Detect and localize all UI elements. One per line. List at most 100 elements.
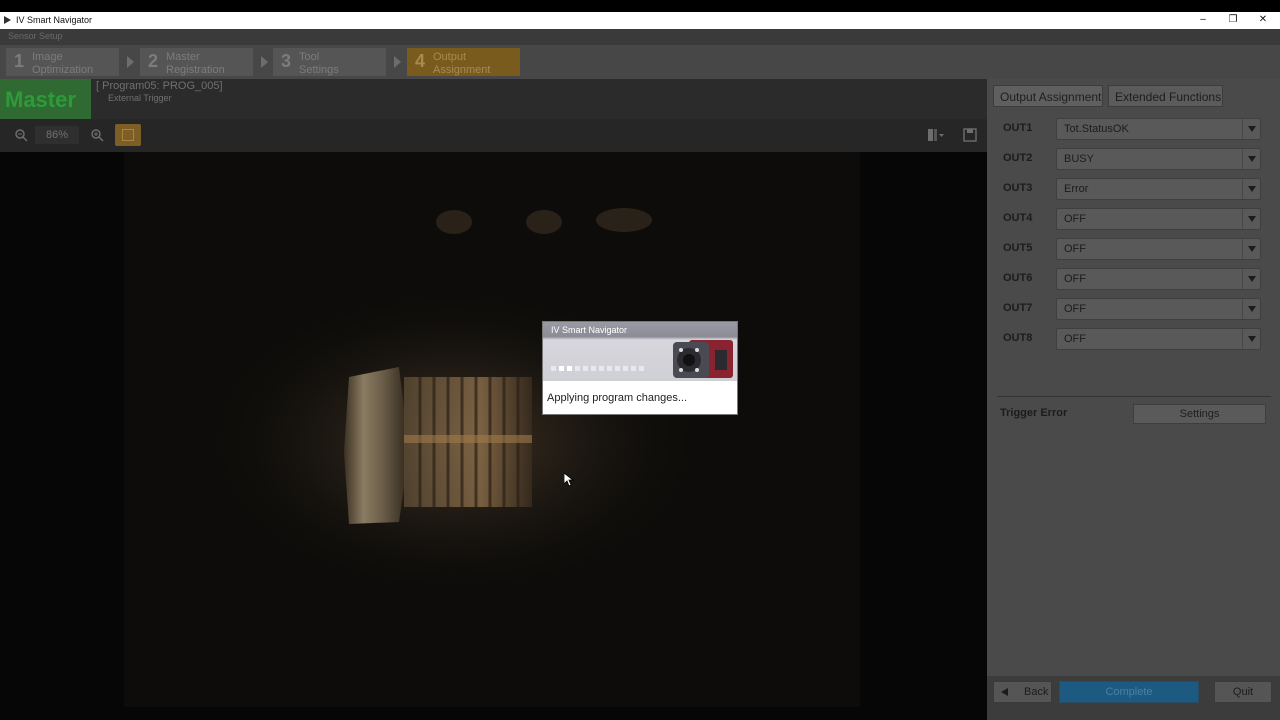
step-tool-settings[interactable]: 3 Tool Settings — [273, 48, 386, 76]
dialog-header: IV Smart Navigator — [543, 322, 737, 381]
close-button[interactable]: ✕ — [1248, 13, 1278, 28]
progress-dot — [631, 366, 636, 371]
chevron-down-icon — [1242, 149, 1260, 169]
complete-button[interactable]: Complete — [1059, 681, 1199, 703]
progress-dot — [607, 366, 612, 371]
output-label: OUT2 — [1003, 152, 1033, 164]
chevron-down-icon — [1242, 119, 1260, 139]
window-titlebar: IV Smart Navigator – ❐ ✕ — [0, 12, 1280, 29]
output-row: OUT2 BUSY — [1003, 148, 1266, 170]
output-label: OUT4 — [1003, 212, 1033, 224]
progress-dot — [639, 366, 644, 371]
step-bar: 1 Image Optimization 2 Master Registration… — [0, 45, 1280, 79]
zoom-in-icon[interactable] — [90, 128, 104, 142]
chevron-down-icon — [1242, 209, 1260, 229]
progress-dot — [591, 366, 596, 371]
output-row: OUT7 OFF — [1003, 298, 1266, 320]
output-label: OUT8 — [1003, 332, 1033, 344]
progress-dot — [551, 366, 556, 371]
camera-sensor-icon — [673, 340, 733, 378]
output-select[interactable]: OFF — [1056, 238, 1261, 260]
mouse-cursor-icon — [564, 473, 574, 487]
dialog-title: IV Smart Navigator — [551, 325, 628, 335]
chevron-down-icon — [1242, 269, 1260, 289]
output-value: Error — [1064, 183, 1089, 195]
zoom-out-icon[interactable] — [14, 128, 28, 142]
minimize-button[interactable]: – — [1188, 13, 1218, 28]
chevron-down-icon — [1242, 299, 1260, 319]
top-black-strip — [0, 0, 1280, 12]
output-select[interactable]: OFF — [1056, 268, 1261, 290]
output-select[interactable]: OFF — [1056, 328, 1261, 350]
step-label: Output Assignment — [433, 51, 491, 76]
output-row: OUT4 OFF — [1003, 208, 1266, 230]
step-label: Tool Settings — [299, 51, 339, 76]
progress-dot — [615, 366, 620, 371]
footer-bar: Back Complete Quit — [987, 676, 1280, 720]
step-master-registration[interactable]: 2 Master Registration — [140, 48, 253, 76]
step-label: Image Optimization — [32, 51, 94, 76]
image-panel: Master [ Program05: PROG_005] External T… — [0, 79, 987, 720]
output-select[interactable]: BUSY — [1056, 148, 1261, 170]
output-select[interactable]: Error — [1056, 178, 1261, 200]
back-label: Back — [1024, 686, 1049, 698]
output-row: OUT1 Tot.StatusOK — [1003, 118, 1266, 140]
step-arrow-icon — [127, 56, 134, 68]
step-image-optimization[interactable]: 1 Image Optimization — [6, 48, 119, 76]
step-output-assignment[interactable]: 4 Output Assignment — [407, 48, 520, 76]
chevron-down-icon — [1242, 239, 1260, 259]
chevron-down-icon — [1242, 179, 1260, 199]
output-value: OFF — [1064, 273, 1086, 285]
progress-dots — [551, 358, 647, 376]
trigger-error-settings-button[interactable]: Settings — [1133, 404, 1266, 424]
step-number: 3 — [281, 51, 292, 71]
output-label: OUT5 — [1003, 242, 1033, 254]
output-label: OUT6 — [1003, 272, 1033, 284]
output-value: OFF — [1064, 333, 1086, 345]
fit-to-window-button[interactable] — [115, 124, 141, 146]
output-value: OFF — [1064, 243, 1086, 255]
step-number: 2 — [148, 51, 159, 71]
settings-panel: Output Assignment Extended Functions OUT… — [987, 79, 1280, 720]
image-toolbar: 86% — [0, 119, 987, 152]
progress-dialog: IV Smart Navigator Applying program chan… — [542, 321, 738, 415]
tab-extended-functions[interactable]: Extended Functions — [1108, 85, 1223, 107]
output-row: OUT6 OFF — [1003, 268, 1266, 290]
progress-dot — [583, 366, 588, 371]
step-number: 4 — [415, 51, 426, 71]
output-row: OUT8 OFF — [1003, 328, 1266, 350]
progress-dot — [623, 366, 628, 371]
step-label: Master Registration — [166, 51, 225, 76]
output-row: OUT5 OFF — [1003, 238, 1266, 260]
output-select[interactable]: OFF — [1056, 298, 1261, 320]
output-row: OUT3 Error — [1003, 178, 1266, 200]
app-icon — [4, 16, 11, 24]
progress-dot — [599, 366, 604, 371]
camera-image-area — [0, 152, 987, 720]
back-button[interactable]: Back — [993, 681, 1052, 703]
output-value: Tot.StatusOK — [1064, 123, 1129, 135]
trigger-error-label: Trigger Error — [1000, 407, 1068, 419]
back-arrow-icon — [1001, 688, 1008, 696]
step-number: 1 — [14, 51, 25, 71]
window-title: IV Smart Navigator — [16, 15, 93, 25]
save-image-icon[interactable] — [963, 128, 977, 142]
output-select[interactable]: Tot.StatusOK — [1056, 118, 1261, 140]
restore-button[interactable]: ❐ — [1218, 13, 1248, 28]
display-options-icon[interactable] — [927, 128, 945, 142]
output-value: OFF — [1064, 303, 1086, 315]
progress-dot — [567, 366, 572, 371]
program-name: [ Program05: PROG_005] — [96, 80, 223, 92]
quit-button[interactable]: Quit — [1214, 681, 1272, 703]
output-select[interactable]: OFF — [1056, 208, 1261, 230]
camera-image — [124, 152, 860, 707]
section-title: Sensor Setup — [8, 31, 63, 41]
output-label: OUT1 — [1003, 122, 1033, 134]
tab-output-assignment[interactable]: Output Assignment — [993, 85, 1103, 107]
step-arrow-icon — [261, 56, 268, 68]
progress-dot — [559, 366, 564, 371]
chevron-down-icon — [1242, 329, 1260, 349]
progress-dot — [575, 366, 580, 371]
divider — [997, 396, 1271, 397]
fit-icon — [122, 129, 134, 141]
